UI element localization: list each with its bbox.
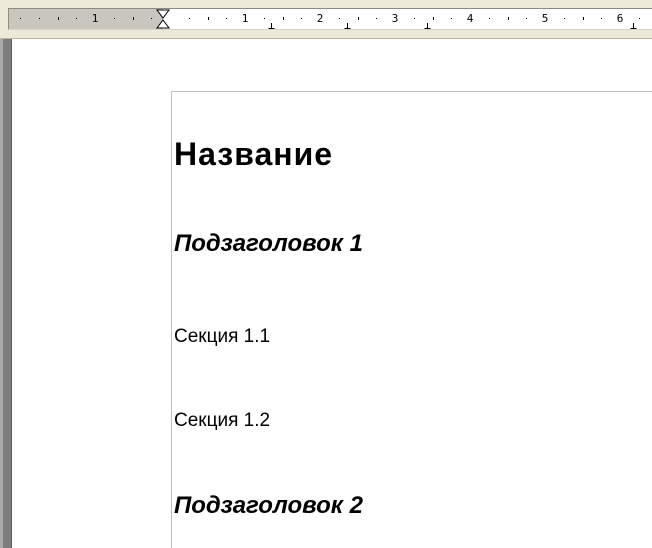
ruler-number: 6 — [616, 12, 624, 25]
ruler-tick — [339, 18, 340, 19]
document-page[interactable]: Название Подзаголовок 1 Секция 1.1 Секци… — [12, 39, 652, 548]
ruler-tick — [58, 17, 59, 20]
ruler-tick — [39, 18, 40, 19]
ruler-tick — [226, 18, 227, 19]
document-area[interactable]: Название Подзаголовок 1 Секция 1.1 Секци… — [0, 39, 652, 548]
ruler-tick — [264, 18, 265, 19]
ruler-ticks — [20, 17, 640, 20]
ruler-strip[interactable]: 1 1 2 3 4 5 6 — [8, 8, 652, 30]
ruler-tick — [283, 17, 284, 20]
tab-stop-icon[interactable] — [630, 23, 637, 29]
ruler-tick — [114, 18, 115, 19]
ruler-tick — [376, 18, 377, 19]
document-section-heading[interactable]: Секция 1.2 — [174, 409, 270, 433]
ruler-tick — [583, 17, 584, 20]
ruler-margin-number: 1 — [91, 12, 99, 25]
document-section-heading[interactable]: Секция 1.1 — [174, 325, 270, 349]
ruler-number: 3 — [391, 12, 399, 25]
ruler-tick — [20, 18, 21, 19]
indent-marker-icon[interactable] — [155, 9, 171, 31]
ruler-number: 4 — [466, 12, 474, 25]
ruler-tick — [639, 18, 640, 19]
ruler-tick — [208, 17, 209, 20]
document-subheading[interactable]: Подзаголовок 2 — [174, 491, 363, 521]
ruler-tick — [189, 18, 190, 19]
ruler-tick — [358, 17, 359, 20]
tab-stop-icon[interactable] — [424, 23, 431, 29]
page-left-edge — [0, 39, 12, 548]
page-left-edge-highlight — [0, 39, 3, 548]
tab-stop-icon[interactable] — [344, 23, 351, 29]
ruler-number: 2 — [316, 12, 324, 25]
ruler-tick — [489, 18, 490, 19]
ruler-number: 1 — [241, 12, 249, 25]
ruler-tick — [601, 18, 602, 19]
ruler-tick — [451, 18, 452, 19]
ruler-tick — [508, 17, 509, 20]
ruler-tick — [301, 18, 302, 19]
document-subheading[interactable]: Подзаголовок 1 — [174, 229, 363, 259]
ruler-tick — [133, 17, 134, 20]
ruler-tick — [526, 18, 527, 19]
document-title[interactable]: Название — [174, 135, 333, 173]
ruler-tick — [414, 18, 415, 19]
ruler-tick — [564, 18, 565, 19]
horizontal-ruler[interactable]: 1 1 2 3 4 5 6 — [0, 0, 652, 39]
tab-stop-icon[interactable] — [268, 23, 275, 29]
document-editor-window: 1 1 2 3 4 5 6 Название Подзаголовок 1 Се… — [0, 0, 652, 548]
ruler-tick — [76, 18, 77, 19]
ruler-tick — [151, 18, 152, 19]
ruler-tick — [433, 17, 434, 20]
ruler-number: 5 — [541, 12, 549, 25]
